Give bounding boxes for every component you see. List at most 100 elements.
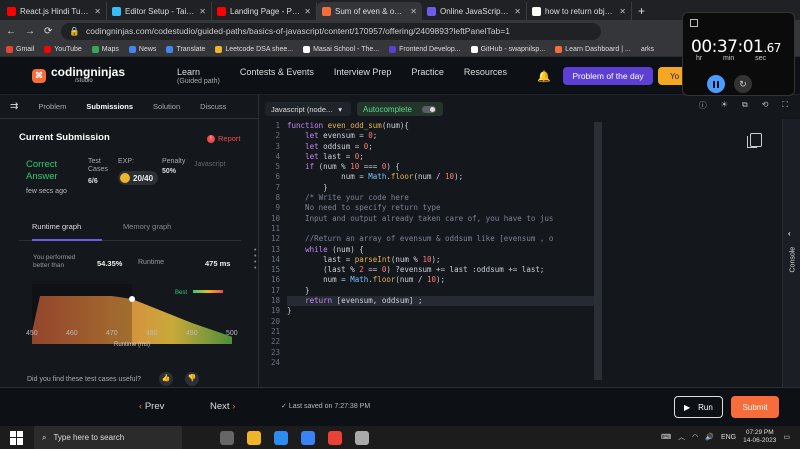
bookmarks-overflow[interactable]: arks — [641, 46, 654, 53]
collapse-icon[interactable]: ⇉ — [0, 101, 28, 112]
bookmark-item[interactable]: YouTube — [44, 45, 82, 53]
reset-timer-button[interactable]: ↻ — [734, 75, 752, 93]
url-input[interactable]: 🔒 codingninjas.com/codestudio/guided-pat… — [61, 22, 602, 40]
tab-problem[interactable]: Problem — [28, 102, 76, 111]
browser-tab[interactable]: Editor Setup - Tailwind✕ — [107, 2, 212, 20]
nav-resources[interactable]: Resources — [464, 67, 507, 85]
task-view-icon[interactable] — [220, 430, 234, 445]
tab-discuss[interactable]: Discuss — [190, 102, 236, 111]
close-icon[interactable]: ✕ — [304, 7, 311, 16]
report-button[interactable]: ! Report — [207, 134, 241, 143]
close-icon[interactable]: ✕ — [410, 7, 417, 16]
mail-icon[interactable] — [301, 430, 315, 445]
nav-learn-sub: (Guided path) — [177, 77, 220, 85]
bookmark-item[interactable]: Translate — [166, 45, 205, 53]
autocomplete-toggle[interactable]: Autocomplete — [357, 102, 443, 116]
bookmark-favicon-icon — [128, 45, 136, 53]
close-icon[interactable]: ✕ — [199, 7, 206, 16]
forward-icon[interactable]: → — [25, 26, 35, 37]
prev-button[interactable]: ‹ Prev — [139, 401, 164, 412]
bookmark-item[interactable]: Learn Dashboard | ... — [555, 45, 631, 53]
submission-language: Javascript — [194, 161, 226, 168]
thumbs-up-icon[interactable]: 👍 — [159, 372, 173, 386]
pause-button[interactable] — [707, 75, 725, 93]
tab-solution[interactable]: Solution — [143, 102, 190, 111]
browser-tab[interactable]: React.js Hindi Tutorial ✕ — [2, 2, 107, 20]
run-button[interactable]: ▶ Run — [674, 396, 723, 418]
taskbar-search[interactable]: ⌕ Type here to search — [34, 426, 182, 449]
popout-icon[interactable] — [690, 19, 698, 27]
bookmark-favicon-icon — [215, 45, 223, 53]
tab-memory-graph[interactable]: Memory graph — [123, 222, 171, 231]
wifi-icon[interactable]: ◠ — [692, 433, 698, 441]
notification-icon[interactable]: ▭ — [783, 433, 790, 441]
copy-icon[interactable] — [747, 133, 762, 148]
editor-scrollbar[interactable] — [594, 122, 602, 380]
bookmark-item[interactable]: Frontend Develop... — [389, 45, 461, 53]
submission-time: few secs ago — [26, 188, 67, 195]
tab-title: Online JavaScript Com — [440, 6, 511, 16]
browser-tab[interactable]: Online JavaScript Com✕ — [422, 2, 527, 20]
nav-contests[interactable]: Contests & Events — [240, 67, 314, 85]
bookmark-item[interactable]: Leetcode DSA shee... — [215, 45, 293, 53]
reset-icon[interactable]: ⟲ — [762, 100, 769, 111]
reload-icon[interactable]: ⟳ — [44, 26, 52, 37]
volume-icon[interactable]: 🔊 — [705, 433, 714, 441]
browser-tab[interactable]: how to return object a ✕ — [527, 2, 632, 20]
penalty-value: 50% — [162, 168, 177, 175]
chrome-icon[interactable] — [328, 430, 342, 445]
browser-tab[interactable]: Sum of even & odd - ✕ — [317, 2, 422, 20]
close-icon[interactable]: ✕ — [514, 7, 521, 16]
editor-toolbar: Javascript (node... ▾ Autocomplete ⓘ ☀ ⧉… — [258, 95, 800, 119]
nav-learn[interactable]: Learn (Guided path) — [177, 67, 220, 85]
bookmark-item[interactable]: Gmail — [6, 45, 34, 53]
clock[interactable]: 07:29 PM 14-06-2023 — [743, 429, 776, 445]
bookmark-item[interactable]: Masai School - The... — [303, 45, 379, 53]
timer-time: 00:37:01 — [691, 37, 764, 57]
code-editor-content[interactable]: function even_odd_sum(num){ let evensum … — [287, 121, 602, 317]
file-explorer-icon[interactable] — [247, 430, 261, 445]
copy-all-icon[interactable]: ⧉ — [742, 100, 748, 111]
bookmark-favicon-icon — [91, 45, 99, 53]
toggle-switch[interactable] — [421, 105, 436, 113]
x-tick-label: 480 — [146, 330, 158, 337]
browser-tab[interactable]: Landing Page - Project ✕ — [212, 2, 317, 20]
bookmark-item[interactable]: News — [128, 45, 156, 53]
tab-runtime-graph[interactable]: Runtime graph — [32, 222, 81, 231]
language-select[interactable]: Javascript (node... ▾ — [265, 102, 351, 116]
app-icon[interactable] — [355, 430, 369, 445]
keyboard-icon[interactable]: ⌨ — [661, 433, 671, 441]
resize-handle-icon[interactable]: • • • • — [254, 247, 256, 272]
chart-x-ticks: 450 460 470 480 490 500 — [26, 330, 238, 340]
tab-submissions[interactable]: Submissions — [76, 102, 143, 111]
close-icon[interactable]: ✕ — [94, 7, 101, 16]
nav-interview-prep[interactable]: Interview Prep — [334, 67, 392, 85]
chevron-right-icon: › — [232, 401, 236, 412]
bookmark-item[interactable]: Maps — [91, 45, 119, 53]
windows-taskbar: ⌕ Type here to search ⌨ ︿ ◠ 🔊 ENG 07:29 … — [0, 426, 800, 449]
site-logo[interactable]: ⌘ codingninjas /studio — [32, 66, 125, 84]
back-icon[interactable]: ← — [6, 26, 16, 37]
bookmark-item[interactable]: GitHub - swapnilsp... — [470, 45, 545, 53]
line-number: 20 — [270, 316, 280, 326]
console-panel-toggle[interactable]: ‹ Console — [782, 119, 800, 387]
windows-start-icon[interactable] — [10, 430, 24, 445]
next-button[interactable]: Next › — [210, 401, 235, 412]
close-icon[interactable]: ✕ — [619, 7, 626, 16]
submit-button[interactable]: Submit — [731, 396, 779, 418]
info-icon[interactable]: ⓘ — [699, 100, 707, 111]
theme-icon[interactable]: ☀ — [721, 100, 728, 111]
tab-favicon-icon — [427, 6, 436, 16]
runtime-label: Runtime — [138, 259, 165, 266]
tab-title: how to return object a — [545, 6, 616, 16]
input-language[interactable]: ENG — [721, 434, 736, 441]
edge-icon[interactable] — [274, 430, 288, 445]
bell-icon[interactable]: 🔔 — [537, 70, 551, 83]
nav-practice[interactable]: Practice — [411, 67, 444, 85]
chevron-up-icon[interactable]: ︿ — [678, 432, 685, 442]
thumbs-down-icon[interactable]: 👎 — [185, 372, 199, 386]
problem-of-the-day-button[interactable]: Problem of the day — [563, 67, 653, 85]
line-number: 14 — [270, 254, 280, 264]
new-tab-button[interactable]: + — [632, 2, 651, 20]
fullscreen-icon[interactable]: ⛶ — [782, 100, 788, 111]
